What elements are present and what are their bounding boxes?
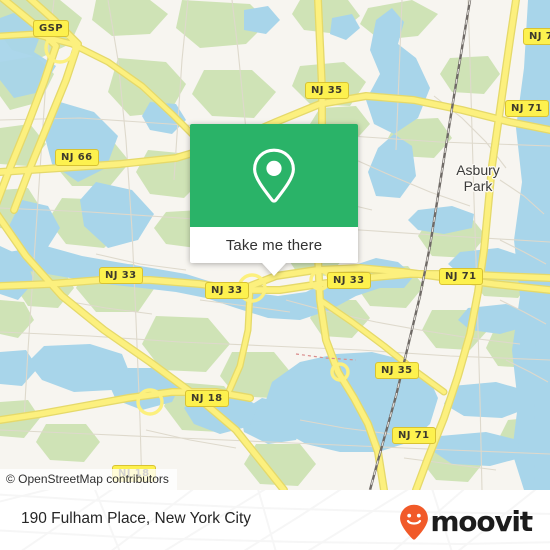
callout-image bbox=[190, 124, 358, 227]
shield-nj-33-left[interactable]: NJ 33 bbox=[99, 267, 143, 284]
moovit-pin-smile-icon bbox=[400, 504, 429, 540]
shield-nj-71-edge[interactable]: NJ 71 bbox=[523, 28, 550, 45]
shield-nj-66[interactable]: NJ 66 bbox=[55, 149, 99, 166]
map-pin-icon bbox=[253, 148, 295, 203]
shield-nj-35-top[interactable]: NJ 35 bbox=[305, 82, 349, 99]
city-label-line1: Asbury bbox=[456, 162, 500, 178]
shield-nj-33-right[interactable]: NJ 33 bbox=[327, 272, 371, 289]
location-callout[interactable]: Take me there bbox=[190, 124, 358, 276]
moovit-logo[interactable]: moovit bbox=[399, 504, 533, 540]
address-label: 190 Fulham Place, New York City bbox=[21, 510, 252, 527]
city-label-line2: Park bbox=[463, 178, 493, 194]
shield-nj-18[interactable]: NJ 18 bbox=[185, 390, 229, 407]
shield-nj-35-bottom[interactable]: NJ 35 bbox=[375, 362, 419, 379]
shield-nj-71-mid[interactable]: NJ 71 bbox=[439, 268, 483, 285]
shield-gsp[interactable]: GSP bbox=[33, 20, 69, 37]
city-label-asbury-park: Asbury Park bbox=[444, 162, 512, 194]
take-me-there-button[interactable]: Take me there bbox=[190, 227, 358, 263]
footer-bar: 190 Fulham Place, New York City moovit bbox=[0, 490, 550, 550]
shield-nj-71-topright[interactable]: NJ 71 bbox=[505, 100, 549, 117]
screenshot-root: Asbury Park GSP NJ 66 NJ 35 NJ 71 NJ 71 … bbox=[0, 0, 550, 550]
callout-tail bbox=[262, 263, 286, 276]
osm-attribution[interactable]: © OpenStreetMap contributors bbox=[0, 469, 177, 490]
take-me-there-label: Take me there bbox=[225, 236, 323, 254]
shield-nj-33-center[interactable]: NJ 33 bbox=[205, 282, 249, 299]
shield-nj-71-bottom[interactable]: NJ 71 bbox=[392, 427, 436, 444]
moovit-wordmark: moovit bbox=[430, 505, 533, 538]
street-map[interactable]: Asbury Park GSP NJ 66 NJ 35 NJ 71 NJ 71 … bbox=[0, 0, 550, 490]
